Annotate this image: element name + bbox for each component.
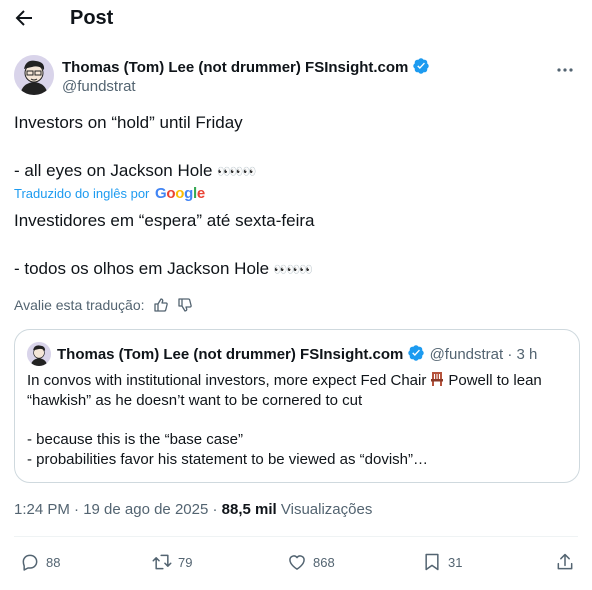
page-title: Post — [70, 7, 114, 29]
author-name-text: Thomas (Tom) Lee (not drummer) FSInsight… — [62, 59, 409, 76]
post-meta: 1:24 PM · 19 de ago de 2025 · 88,5 mil V… — [14, 500, 372, 520]
action-bar: 88 79 868 31 — [0, 550, 592, 576]
bookmark-button[interactable]: 31 — [422, 550, 462, 574]
view-count: 88,5 mil — [221, 501, 277, 518]
share-icon — [557, 553, 573, 570]
top-bar: Post — [0, 0, 592, 36]
views-label: Visualizações — [280, 501, 373, 518]
thumbs-up-icon[interactable] — [153, 297, 169, 313]
quoted-avatar — [27, 342, 51, 366]
divider — [14, 536, 578, 537]
translated-label: Traduzido do inglês por — [14, 186, 150, 201]
translated-line-2-text: - todos os olhos em Jackson Hole — [14, 259, 270, 278]
avatar[interactable] — [14, 55, 54, 95]
post-timestamp[interactable]: 1:24 PM · 19 de ago de 2025 · — [14, 501, 217, 518]
repost-count: 79 — [178, 554, 193, 570]
quoted-line-3: - because this is the “base case” — [27, 431, 243, 448]
quoted-line-1a: In convos with institutional investors, … — [27, 372, 427, 389]
bookmark-count: 31 — [448, 554, 463, 570]
quoted-time: · 3 h — [507, 346, 538, 363]
translated-by-google[interactable]: Traduzido do inglês por Google — [14, 186, 205, 202]
quoted-line-1b: Powell to lean — [448, 372, 542, 389]
translated-line-2: - todos os olhos em Jackson Hole 👀👀👀 — [14, 258, 313, 281]
quoted-line-1: In convos with institutional investors, … — [27, 371, 542, 391]
quoted-line-4: - probabilities favor his statement to b… — [27, 451, 429, 468]
rate-translation-label: Avalie esta tradução: — [14, 297, 145, 313]
back-arrow-icon[interactable] — [12, 6, 36, 30]
verified-badge-icon — [413, 58, 430, 74]
tweet-line-2: - all eyes on Jackson Hole 👀👀👀 — [14, 160, 256, 183]
repost-icon — [152, 554, 172, 570]
more-options-icon[interactable] — [554, 59, 576, 81]
google-logo: Google — [155, 185, 205, 202]
chair-emoji-icon — [431, 372, 444, 386]
author-name[interactable]: Thomas (Tom) Lee (not drummer) FSInsight… — [62, 57, 430, 78]
quoted-header: Thomas (Tom) Lee (not drummer) FSInsight… — [57, 344, 537, 365]
quoted-handle: @fundstrat — [429, 346, 504, 363]
repost-button[interactable]: 79 — [152, 550, 192, 574]
heart-icon — [289, 555, 305, 570]
share-button[interactable] — [555, 550, 575, 574]
author-handle[interactable]: @fundstrat — [62, 78, 136, 96]
like-count: 868 — [313, 554, 335, 570]
reply-icon — [22, 554, 38, 571]
quoted-author-name: Thomas (Tom) Lee (not drummer) FSInsight… — [57, 346, 404, 363]
like-button[interactable]: 868 — [287, 550, 335, 574]
tweet-line-2-text: - all eyes on Jackson Hole — [14, 161, 213, 180]
bookmark-icon — [425, 553, 439, 571]
author-block: Thomas (Tom) Lee (not drummer) FSInsight… — [14, 55, 578, 99]
reply-count: 88 — [46, 554, 61, 570]
reply-button[interactable]: 88 — [20, 550, 60, 574]
eyes-emoji: 👀👀👀 — [217, 166, 256, 178]
quoted-line-2: “hawkish” as he doesn’t want to be corne… — [27, 392, 363, 409]
rate-translation: Avalie esta tradução: — [14, 296, 193, 314]
thumbs-down-icon[interactable] — [177, 297, 193, 313]
quoted-post[interactable]: Thomas (Tom) Lee (not drummer) FSInsight… — [14, 329, 580, 483]
quoted-verified-badge-icon — [408, 345, 425, 361]
translated-line-1: Investidores em “espera” até sexta-feira — [14, 211, 315, 230]
tweet-line-1: Investors on “hold” until Friday — [14, 113, 243, 132]
eyes-emoji-translated: 👀👀👀 — [273, 264, 313, 276]
